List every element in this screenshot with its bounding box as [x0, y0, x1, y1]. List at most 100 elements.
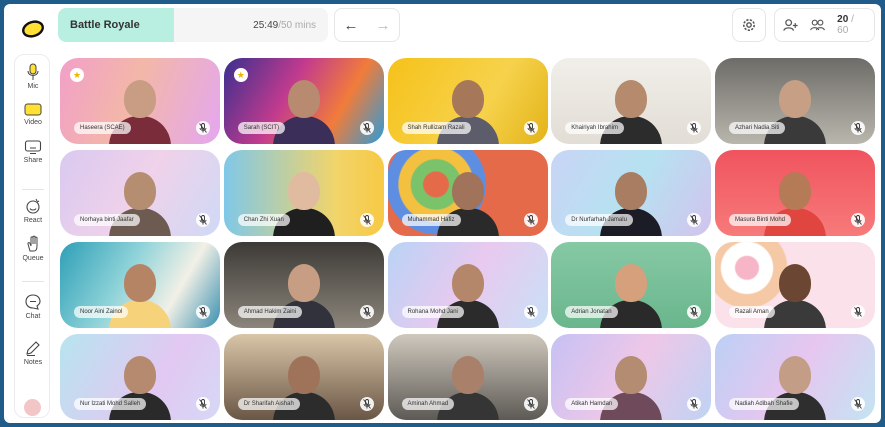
participant-tile[interactable]: Dr Nurfarhah Jamalu — [551, 150, 712, 236]
mic-off-icon — [196, 121, 210, 135]
participant-tile[interactable]: Chan Zhi Xuan — [223, 150, 384, 236]
participant-head — [615, 80, 648, 118]
participant-head — [287, 172, 320, 210]
mic-off-icon — [359, 121, 374, 135]
mic-off-icon — [851, 213, 865, 227]
participant-tile[interactable]: Adrian Jonatan — [551, 242, 712, 328]
sidebar-item-video[interactable]: Video — [15, 101, 51, 126]
participant-head — [124, 80, 156, 118]
sidebar: Mic Video Share React Queue Chat Notes — [14, 54, 50, 418]
participant-count-value: 20 — [837, 14, 849, 25]
sidebar-item-react[interactable]: React — [15, 197, 51, 224]
participant-tile[interactable]: Dr Sharifah Aishah — [223, 334, 384, 420]
participant-grid: ★ Haseera (SCAE) ★ Sarah (SCIT) Shah Rulliza… — [60, 58, 875, 420]
participant-tile[interactable]: Ahmad Hakim Zaini — [223, 242, 384, 328]
participant-name: Norhaya binti Jaafar — [74, 214, 140, 226]
sidebar-item-label: Notes — [23, 359, 43, 366]
mic-icon — [27, 63, 39, 80]
mic-off-icon — [359, 305, 374, 319]
participant-head — [779, 172, 811, 210]
participant-head — [615, 356, 648, 394]
participant-tile[interactable]: Shah Rullizam Razali — [387, 58, 548, 144]
mic-off-icon — [523, 121, 538, 135]
sidebar-item-label: Chat — [25, 313, 41, 320]
participant-tile[interactable]: Khairiyah Ibrahim — [551, 58, 712, 144]
participant-tile[interactable]: Azhari Nadia Siti — [715, 58, 875, 144]
sidebar-item-share[interactable]: Share — [15, 139, 51, 164]
participant-tile[interactable]: Masura Binti Mohd — [715, 150, 875, 236]
participant-name: Chan Zhi Xuan — [237, 214, 290, 226]
mic-off-icon — [851, 121, 865, 135]
mic-off-icon — [359, 397, 374, 411]
participant-tile[interactable]: Noor Aini Zainol — [60, 242, 220, 328]
participant-name: Azhari Nadia Siti — [729, 122, 786, 134]
mic-off-icon — [523, 305, 538, 319]
participant-tile[interactable]: Atikah Hamdan — [551, 334, 712, 420]
participant-head — [124, 264, 156, 302]
participant-head — [779, 80, 811, 118]
app-window: Battle Royale 25:49/50 mins ← → 20 / 60 — [4, 4, 881, 423]
participant-head — [124, 356, 156, 394]
participant-head — [779, 264, 811, 302]
participant-count[interactable]: 20 / 60 — [837, 14, 866, 36]
star-icon: ★ — [70, 68, 84, 82]
participant-name: Noor Aini Zainol — [74, 306, 129, 318]
sidebar-item-notes[interactable]: Notes — [15, 339, 51, 366]
gear-icon — [743, 19, 755, 31]
participant-tile[interactable]: Norhaya binti Jaafar — [60, 150, 220, 236]
participant-head — [451, 172, 484, 210]
participant-head — [287, 80, 320, 118]
sidebar-divider — [22, 281, 44, 282]
arrow-right-icon[interactable]: → — [376, 18, 391, 33]
sidebar-item-chat[interactable]: Chat — [15, 293, 51, 320]
arrow-left-icon[interactable]: ← — [344, 18, 359, 33]
participant-video — [272, 76, 335, 144]
logo-icon — [18, 14, 48, 44]
participant-head — [451, 80, 484, 118]
participant-tile[interactable]: Muhammad Hafiz — [387, 150, 548, 236]
star-icon: ★ — [233, 68, 248, 82]
mic-off-icon — [851, 305, 865, 319]
participant-tile[interactable]: ★ Sarah (SCIT) — [223, 58, 384, 144]
participant-tile[interactable]: ★ Haseera (SCAE) — [60, 58, 220, 144]
participant-name: Haseera (SCAE) — [74, 122, 131, 134]
participant-head — [124, 172, 156, 210]
raise-hand-icon — [27, 235, 38, 252]
participant-tile[interactable]: Aminah Ahmad — [387, 334, 548, 420]
participant-head — [287, 264, 320, 302]
mic-off-icon — [687, 305, 702, 319]
participant-head — [615, 264, 648, 302]
add-person-icon[interactable] — [783, 18, 798, 32]
sidebar-item-label: Share — [23, 157, 43, 164]
session-timer: Battle Royale 25:49/50 mins — [58, 8, 328, 42]
navigation-controls: ← → — [334, 8, 400, 42]
sidebar-item-label: React — [23, 217, 43, 224]
participant-name: Sarah (SCIT) — [237, 122, 286, 134]
leave-icon[interactable] — [24, 399, 41, 416]
participant-head — [451, 356, 484, 394]
participant-name: Aminah Ahmad — [401, 398, 455, 410]
participant-name: Atikah Hamdan — [565, 398, 619, 410]
participant-tile[interactable]: Rohana Mohd Jani — [387, 242, 548, 328]
participant-head — [615, 172, 648, 210]
participant-tile[interactable]: Razali Aman — [715, 242, 875, 328]
participant-tile[interactable]: Nur Izzati Mohd Salleh — [60, 334, 220, 420]
participant-name: Nadiah Adibah Shafie — [729, 398, 799, 410]
screen-share-icon — [24, 140, 42, 155]
participant-name: Razali Aman — [729, 306, 775, 318]
mic-off-icon — [687, 213, 702, 227]
settings-button[interactable] — [732, 8, 766, 42]
sidebar-item-queue[interactable]: Queue — [15, 235, 51, 262]
participant-tile[interactable]: Nadiah Adibah Shafie — [715, 334, 875, 420]
group-icon — [810, 19, 825, 31]
participant-head — [779, 356, 811, 394]
sidebar-item-label: Mic — [27, 83, 39, 90]
session-time: 25:49/50 mins — [253, 19, 316, 31]
sidebar-item-label: Queue — [22, 255, 44, 262]
video-icon — [24, 103, 42, 116]
pencil-icon — [26, 341, 40, 356]
session-total: 50 mins — [280, 19, 316, 31]
mic-off-icon — [851, 397, 865, 411]
sidebar-item-mic[interactable]: Mic — [15, 63, 51, 90]
sidebar-divider — [22, 189, 44, 190]
